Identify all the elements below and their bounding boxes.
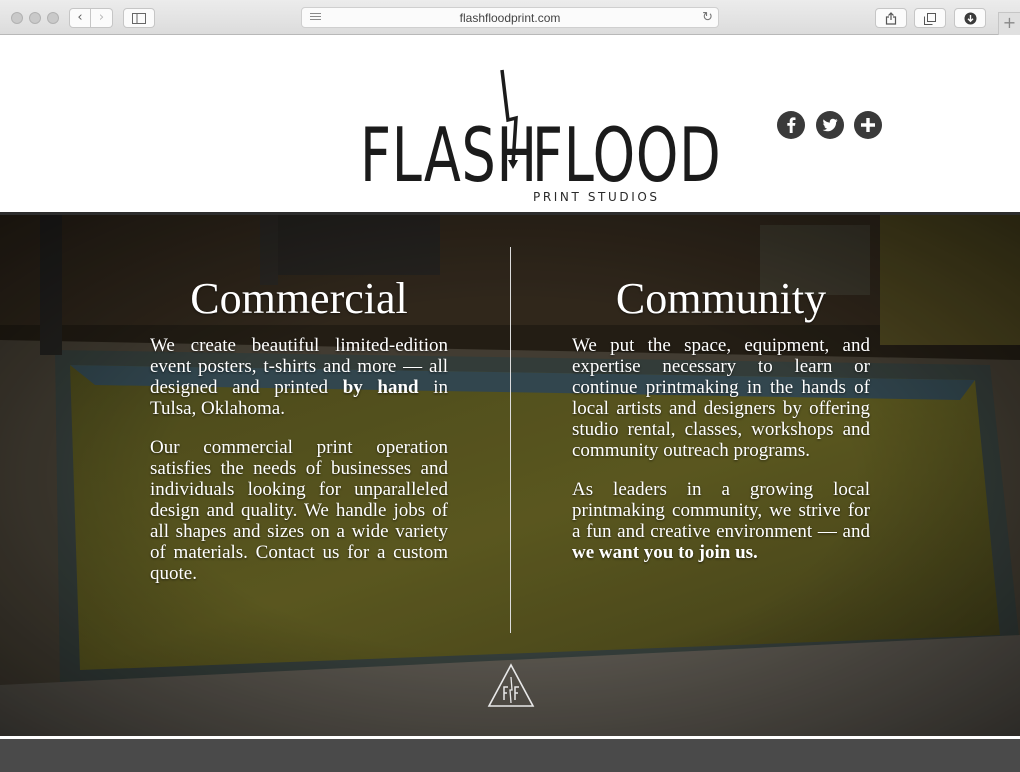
ff-triangle-emblem-icon [487,663,535,709]
minimize-window-button[interactable] [29,12,41,24]
google-plus-link[interactable] [854,111,882,139]
site-header: FLASH FLOOD PRINT STUDIOS [0,36,1020,212]
forward-button[interactable]: › [91,8,113,28]
share-button[interactable] [875,8,907,28]
commercial-column: Commercial We create beautiful limited-e… [150,275,448,602]
community-column: Community We put the space, equipment, a… [572,275,870,581]
forward-icon: › [98,10,105,25]
hero-section: Commercial We create beautiful limited-e… [0,212,1020,736]
facebook-icon [787,117,796,133]
commercial-heading: Commercial [190,274,408,323]
zoom-window-button[interactable] [47,12,59,24]
downloads-button[interactable] [954,8,986,28]
facebook-link[interactable] [777,111,805,139]
commercial-paragraph-2: Our commercial print operation satisfies… [150,437,448,584]
new-tab-icon: + [1002,13,1017,32]
url-text: flashfloodprint.com [459,11,561,25]
browser-toolbar: ‹ › flashfloodprint.com ↻ + [0,0,1020,35]
community-paragraph-2: As leaders in a growing local printmakin… [572,479,870,563]
footer-band [0,736,1020,772]
sidebar-button[interactable] [123,8,155,28]
address-bar[interactable]: flashfloodprint.com ↻ [301,7,719,28]
twitter-icon [822,118,838,132]
logo-word-flood: FLOOD [532,111,722,199]
tabs-overview-button[interactable] [914,8,946,28]
back-button[interactable]: ‹ [69,8,91,28]
column-divider [510,247,511,633]
share-icon [885,12,897,25]
download-icon [964,12,976,25]
new-tab-button[interactable]: + [998,12,1020,35]
twitter-link[interactable] [816,111,844,139]
flash-flood-logo[interactable]: FLASH FLOOD PRINT STUDIOS [356,68,721,204]
logo-subtitle: PRINT STUDIOS [533,190,660,204]
reload-icon[interactable]: ↻ [702,8,713,27]
plus-icon [861,118,875,132]
close-window-button[interactable] [11,12,23,24]
community-paragraph-1: We put the space, equipment, and experti… [572,335,870,461]
back-icon: ‹ [77,10,83,25]
sidebar-icon [132,13,146,24]
commercial-paragraph-1: We create beautiful limited-edition even… [150,335,449,419]
lightning-bolt-icon [496,68,526,170]
community-heading: Community [615,274,827,323]
tabs-icon [924,13,936,25]
